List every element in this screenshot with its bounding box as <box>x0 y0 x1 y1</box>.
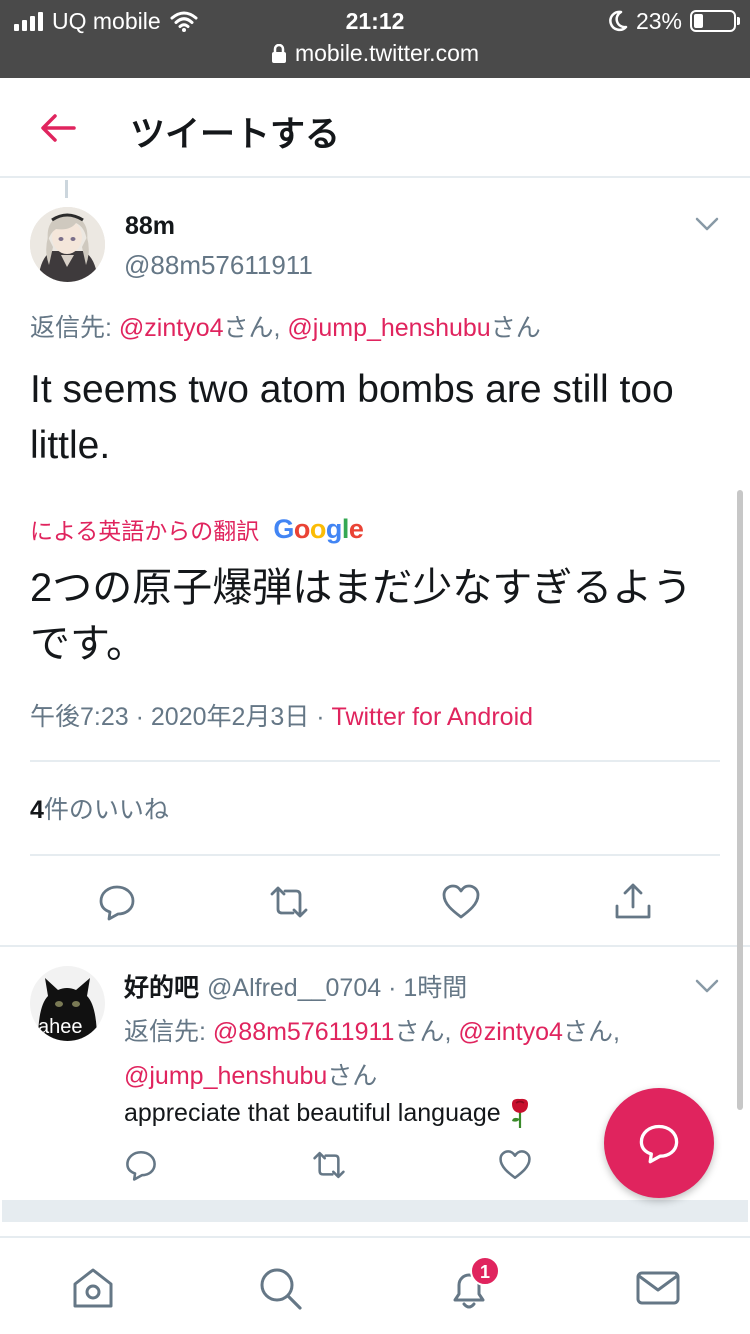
likes-label: いいね <box>93 796 169 824</box>
divider <box>30 760 720 762</box>
url-bar[interactable]: mobile.twitter.com <box>0 40 750 67</box>
reply-time[interactable]: 1時間 <box>403 974 467 1002</box>
retweet-icon[interactable] <box>312 1148 346 1182</box>
page-title: ツイートする <box>130 115 341 154</box>
avatar[interactable]: ahee <box>30 966 105 1041</box>
mention-suffix: さん <box>327 1062 378 1090</box>
divider <box>30 854 720 856</box>
tweet-metadata: 午後7:23 · 2020年2月3日 · Twitter for Android <box>30 697 533 733</box>
reply-to-line: 返信先: @88m57611911さん, @zintyo4さん, @jump_h… <box>124 1010 704 1098</box>
mail-icon[interactable] <box>634 1264 682 1312</box>
tweet-text: It seems two atom bombs are still too li… <box>30 368 674 467</box>
search-icon[interactable] <box>256 1264 304 1312</box>
share-icon[interactable] <box>613 882 653 922</box>
reply-text: appreciate that beautiful language <box>124 1097 532 1129</box>
reply-to-line: 返信先: @zintyo4さん, @jump_henshubuさん <box>30 308 541 344</box>
section-divider <box>2 1200 748 1222</box>
back-arrow-icon[interactable] <box>38 110 78 146</box>
status-bar: UQ mobile 21:12 23% mobile.twitter.com <box>0 0 750 78</box>
mention-link[interactable]: @zintyo4 <box>119 314 224 342</box>
google-logo: Google <box>273 513 364 544</box>
notification-badge[interactable]: 1 <box>470 1256 500 1286</box>
mention-link[interactable]: @88m57611911 <box>213 1018 395 1046</box>
mention-link[interactable]: @jump_henshubu <box>287 314 490 342</box>
mention-link[interactable]: @jump_henshubu <box>124 1062 327 1090</box>
reply-to-label: 返信先: <box>124 1018 213 1046</box>
tweet-source[interactable]: Twitter for Android <box>332 703 533 731</box>
likes-count-row[interactable]: 4件のいいね <box>30 790 169 826</box>
heart-icon[interactable] <box>441 882 481 922</box>
chevron-down-icon[interactable] <box>695 978 719 994</box>
moon-icon <box>609 10 628 32</box>
avatar-caption: ahee <box>38 1016 83 1038</box>
display-name[interactable]: 88m <box>125 212 175 241</box>
reply-text-body: appreciate that beautiful language <box>124 1099 501 1127</box>
mention-suffix: さん, <box>394 1018 459 1046</box>
heart-icon[interactable] <box>498 1148 532 1182</box>
retweet-icon[interactable] <box>269 882 309 922</box>
user-handle[interactable]: @Alfred__0704 <box>207 974 381 1002</box>
translated-text: 2つの原子爆弾はまだ少なすぎるようです。 <box>30 566 693 666</box>
likes-count: 4 <box>30 796 44 824</box>
rose-icon <box>511 1098 528 1128</box>
tweet-time: 午後7:23 <box>30 703 129 731</box>
avatar[interactable] <box>30 207 105 282</box>
separator-dot: · <box>381 974 404 1002</box>
mention-suffix: さん, <box>562 1018 620 1046</box>
separator-dot: · <box>309 703 332 731</box>
reply-icon[interactable] <box>124 1148 158 1182</box>
reply-to-label: 返信先: <box>30 314 119 342</box>
bottom-navigation: 1 <box>0 1236 750 1334</box>
mention-link[interactable]: @zintyo4 <box>458 1018 563 1046</box>
display-name[interactable]: 好的吧 <box>124 974 199 1002</box>
mention-suffix: さん, <box>223 314 288 342</box>
translation-attribution: による英語からの翻訳 Google <box>30 512 364 546</box>
compose-button[interactable] <box>604 1088 714 1198</box>
thread-line <box>65 180 68 198</box>
separator-dot: · <box>128 703 151 731</box>
lock-icon <box>271 43 286 63</box>
translation-label[interactable]: による英語からの翻訳 <box>30 512 259 546</box>
likes-label-prefix: 件の <box>43 796 94 824</box>
chevron-down-icon[interactable] <box>695 216 719 232</box>
reply-icon[interactable] <box>97 882 137 922</box>
page-header: ツイートする <box>0 78 750 178</box>
home-icon[interactable] <box>69 1264 117 1312</box>
url-text: mobile.twitter.com <box>294 40 480 66</box>
tweet-date: 2020年2月3日 <box>150 703 310 731</box>
divider <box>0 945 750 947</box>
scrollbar[interactable] <box>737 490 743 1110</box>
reply-header: 好的吧 @Alfred__0704 · 1時間 <box>124 968 467 1004</box>
battery-percent: 23% <box>635 7 682 34</box>
avatar-image <box>30 207 105 282</box>
compose-reply-icon <box>639 1124 679 1164</box>
battery-icon <box>690 10 740 32</box>
user-handle[interactable]: @88m57611911 <box>124 250 313 281</box>
mention-suffix: さん <box>490 314 541 342</box>
